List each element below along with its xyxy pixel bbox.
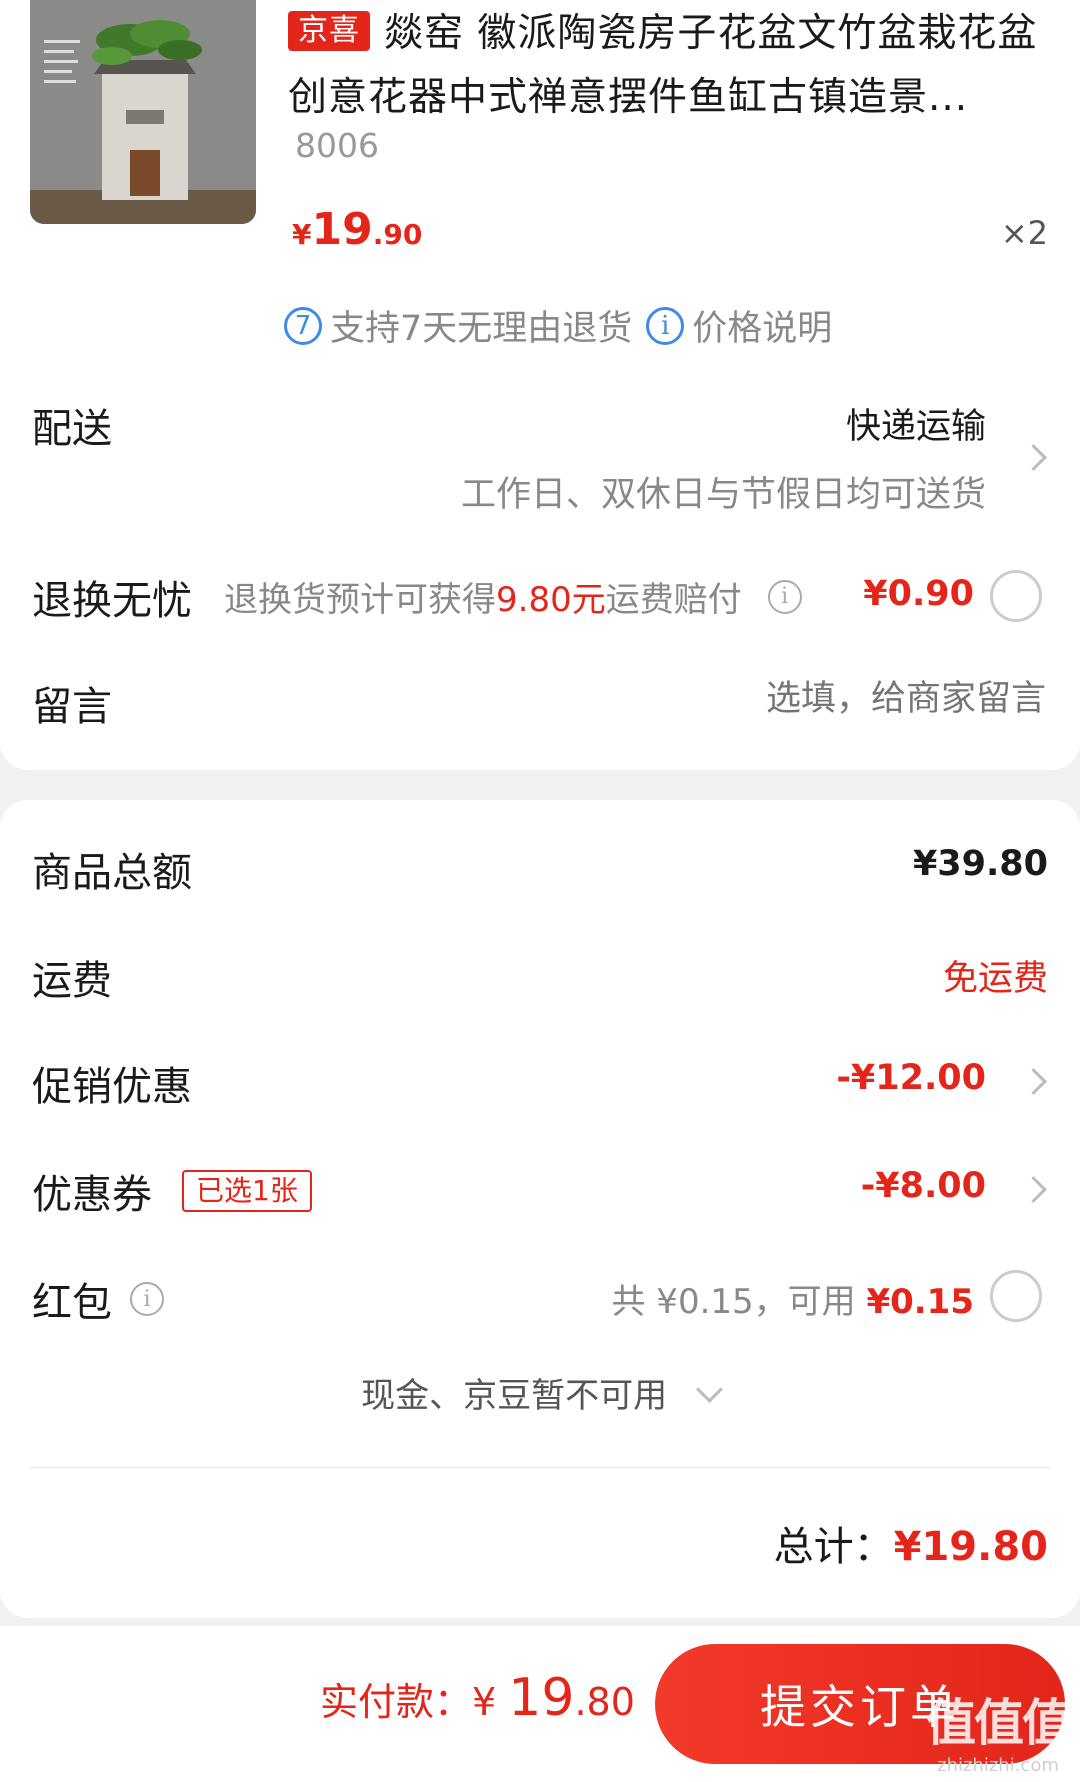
order-total: 总计：¥19.80: [774, 1514, 1048, 1572]
product-quantity: ×2: [1000, 214, 1048, 252]
total-label: 总计：: [773, 1524, 894, 1570]
price-summary-card: 商品总额 ¥39.80 运费 免运费 促销优惠 -¥12.00 优惠券 已选1张…: [0, 800, 1080, 1618]
checkout-bar: 实付款：¥ 19.80 提交订单 值值值 zhizhizhi.com: [0, 1626, 1080, 1782]
delivery-method: 快递运输: [845, 407, 986, 447]
red-packet-info: 共 ¥0.15，可用 ¥0.15: [612, 1274, 975, 1323]
price-explanation-link[interactable]: 价格说明: [692, 300, 832, 351]
promotion-value: -¥12.00: [836, 1058, 986, 1098]
coupon-selected-badge: 已选1张: [182, 1170, 312, 1212]
product-title-text: 燚窑 徽派陶瓷房子花盆文竹盆栽花盆创意花器中式禅意摆件鱼缸古镇造景...: [288, 11, 1038, 120]
seven-day-return-icon: 7: [284, 306, 322, 345]
cash-beans-note: 现金、京豆暂不可用: [361, 1376, 668, 1416]
price-integer: 19: [311, 204, 373, 255]
jingxi-tag: 京喜: [288, 11, 370, 51]
message-input[interactable]: [484, 670, 1048, 728]
goods-total-value: ¥39.80: [912, 844, 1048, 884]
shipping-label: 运费: [32, 958, 112, 1004]
actual-payment-yen: ¥: [472, 1680, 497, 1724]
red-packet-radio[interactable]: [990, 1270, 1042, 1322]
divider: [30, 1467, 1050, 1468]
watermark-site: zhizhizhi.com: [937, 1755, 1059, 1776]
info-icon[interactable]: i: [130, 1282, 164, 1316]
promotion-label: 促销优惠: [32, 1064, 192, 1110]
price-symbol: ¥: [292, 218, 312, 251]
watermark-logo: 值值值 zhizhizhi.com: [926, 1683, 1072, 1776]
coupon-value: -¥8.00: [860, 1166, 986, 1206]
goods-total-label: 商品总额: [32, 850, 192, 896]
info-icon: i: [646, 306, 685, 345]
coupon-label: 优惠券: [32, 1172, 152, 1218]
return-desc-prefix: 退换货预计可获得: [224, 580, 496, 620]
red-packet-label: 红包: [32, 1280, 112, 1326]
watermark-text: 值值值: [926, 1694, 1072, 1752]
return-insurance-desc: 退换货预计可获得 9.80元 运费赔付 i: [224, 572, 802, 621]
actual-payment-decimal: .80: [574, 1680, 635, 1724]
delivery-note: 工作日、双休日与节假日均可送货: [460, 475, 986, 515]
order-item-card: 京喜 燚窑 徽派陶瓷房子花盆文竹盆栽花盆创意花器中式禅意摆件鱼缸古镇造景... 8…: [0, 0, 1080, 770]
product-title[interactable]: 京喜 燚窑 徽派陶瓷房子花盆文竹盆栽花盆创意花器中式禅意摆件鱼缸古镇造景...: [288, 2, 1048, 130]
return-insurance-label: 退换无忧: [32, 578, 192, 624]
chevron-right-icon: [1020, 444, 1047, 471]
red-packet-total: 共 ¥0.15，可用: [611, 1282, 867, 1322]
red-packet-available: ¥0.15: [866, 1282, 974, 1322]
chevron-down-icon: [695, 1376, 723, 1403]
total-value: ¥19.80: [893, 1524, 1048, 1570]
product-thumbnail[interactable]: [30, 0, 256, 224]
delivery-label: 配送: [32, 406, 112, 452]
message-label: 留言: [32, 684, 112, 730]
cash-beans-toggle[interactable]: 现金、京豆暂不可用: [0, 1368, 1080, 1417]
return-insurance-price: ¥0.90: [863, 574, 974, 614]
return-insurance-radio[interactable]: [990, 570, 1042, 622]
actual-payment: 实付款：¥ 19.80: [320, 1668, 635, 1728]
return-desc-amount: 9.80元: [496, 580, 606, 620]
product-sku: 8006: [295, 126, 379, 165]
service-return-text: 支持7天无理由退货: [330, 309, 633, 349]
actual-payment-integer: 19: [508, 1668, 575, 1728]
info-icon[interactable]: i: [767, 579, 802, 614]
chevron-right-icon: [1020, 1176, 1047, 1203]
product-price: ¥19.90: [292, 204, 422, 255]
price-decimal: .90: [372, 218, 423, 251]
return-desc-suffix: 运费赔付: [605, 580, 742, 620]
actual-payment-label: 实付款：: [320, 1680, 473, 1724]
shipping-value: 免运费: [942, 959, 1048, 999]
service-info[interactable]: 7 支持7天无理由退货 i 价格说明: [284, 300, 832, 351]
chevron-right-icon: [1020, 1068, 1047, 1095]
